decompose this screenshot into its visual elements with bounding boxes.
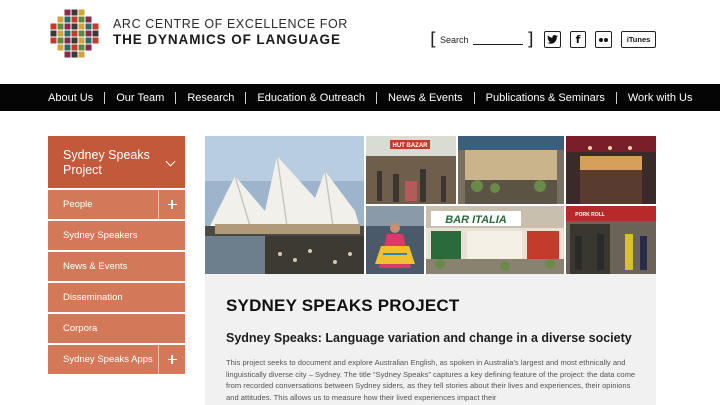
night-arcade-photo xyxy=(566,136,656,204)
bracket-left-icon: [ xyxy=(430,29,438,50)
sidebar-item-label: Dissemination xyxy=(63,292,123,303)
flickr-icon[interactable] xyxy=(595,31,612,48)
nav-separator xyxy=(175,91,177,104)
nav-item-education-outreach[interactable]: Education & Outreach xyxy=(257,92,365,104)
sidebar-title: Sydney Speaks Project xyxy=(63,148,150,177)
bar-italia-photo: BAR ITALIA xyxy=(426,206,564,274)
logo-line1: ARC CENTRE OF EXCELLENCE FOR xyxy=(113,17,348,31)
sidebar-item-people[interactable]: People xyxy=(48,190,185,219)
sidebar-item-label: Sydney Speakers xyxy=(63,230,138,241)
bazaar-sign: HUT BAZAR xyxy=(393,143,429,149)
page-title: SYDNEY SPEAKS PROJECT xyxy=(226,296,460,315)
sidebar-item-label: People xyxy=(63,199,93,210)
nav-separator xyxy=(376,91,378,104)
sidebar-item-label: Corpora xyxy=(63,323,98,334)
page-subtitle: Sydney Speaks: Language variation and ch… xyxy=(226,331,632,345)
bar-italia-sign: BAR ITALIA xyxy=(445,214,507,226)
search-box: [ Search ] xyxy=(430,31,534,49)
nav-item-research[interactable]: Research xyxy=(187,92,234,104)
nav-separator xyxy=(473,91,475,104)
opera-house-photo xyxy=(205,136,364,274)
cafe-street-photo xyxy=(458,136,564,204)
nav-separator xyxy=(615,91,617,104)
search-input[interactable] xyxy=(472,35,523,45)
sidebar-item-news-events[interactable]: News & Events xyxy=(48,252,185,281)
intro-paragraph: This project seeks to document and explo… xyxy=(226,358,636,402)
pork-roll-shop-photo: PORK ROLL xyxy=(566,206,656,274)
nav-item-about-us[interactable]: About Us xyxy=(48,92,93,104)
main-nav: About Us Our Team Research Education & Outr… xyxy=(0,84,720,111)
hero-photo-collage: HUT BAZAR BAR ITALIA PORK ROLL xyxy=(205,136,656,274)
pork-roll-sign: PORK ROLL xyxy=(575,212,604,218)
logo-icon[interactable] xyxy=(49,8,101,60)
logo-text[interactable]: ARC CENTRE OF EXCELLENCE FOR THE DYNAMIC… xyxy=(113,17,348,48)
search-label: Search xyxy=(440,35,469,45)
chevron-down-icon[interactable] xyxy=(165,156,176,167)
main-content: SYDNEY SPEAKS PROJECT Sydney Speaks: Lan… xyxy=(205,274,656,405)
nav-item-news-events[interactable]: News & Events xyxy=(388,92,463,104)
sidebar-item-sydney-speakers[interactable]: Sydney Speakers xyxy=(48,221,185,250)
sidebar-item-dissemination[interactable]: Dissemination xyxy=(48,283,185,312)
sidebar-header[interactable]: Sydney Speaks Project xyxy=(48,136,185,188)
twitter-icon[interactable] xyxy=(544,31,561,48)
plus-icon[interactable] xyxy=(158,190,185,219)
bracket-right-icon: ] xyxy=(526,29,534,50)
nav-item-work-with-us[interactable]: Work with Us xyxy=(628,92,693,104)
nav-separator xyxy=(245,91,247,104)
sidebar-item-label: Sydney Speaks Apps xyxy=(63,354,153,365)
logo-line2: THE DYNAMICS OF LANGUAGE xyxy=(113,32,341,47)
itunes-label: iTunes xyxy=(626,35,651,44)
sidebar-item-label: News & Events xyxy=(63,261,128,272)
nav-separator xyxy=(104,91,106,104)
facebook-icon[interactable]: f xyxy=(570,31,586,48)
dancer-photo xyxy=(366,206,424,274)
nav-item-publications-seminars[interactable]: Publications & Seminars xyxy=(486,92,605,104)
bazaar-photo: HUT BAZAR xyxy=(366,136,456,204)
sidebar-item-corpora[interactable]: Corpora xyxy=(48,314,185,343)
plus-icon[interactable] xyxy=(158,345,185,374)
itunes-button[interactable]: iTunes xyxy=(621,31,656,48)
facebook-glyph: f xyxy=(575,33,581,46)
site-header: ARC CENTRE OF EXCELLENCE FOR THE DYNAMIC… xyxy=(0,0,720,84)
sidebar-item-sydney-speaks-apps[interactable]: Sydney Speaks Apps xyxy=(48,345,185,374)
sidebar: Sydney Speaks Project People Sydney Speak… xyxy=(48,136,185,376)
nav-item-our-team[interactable]: Our Team xyxy=(116,92,164,104)
